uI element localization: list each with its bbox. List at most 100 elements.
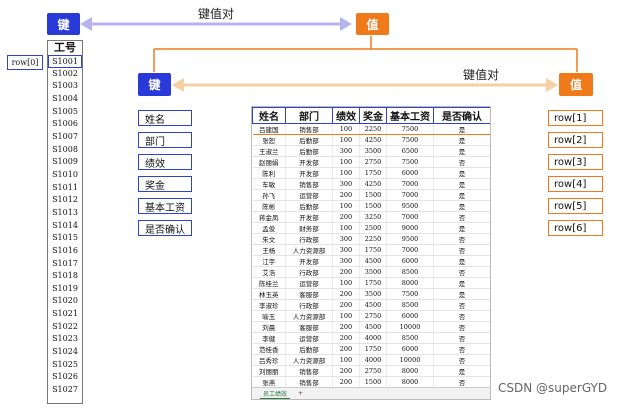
table-cell: 2750 [359, 365, 387, 377]
table-cell: 否 [433, 266, 490, 278]
id-cell: S1003 [52, 81, 78, 91]
row-label: row[5] [548, 198, 603, 214]
id-cell: S1004 [52, 93, 78, 103]
table-cell: 4250 [359, 134, 387, 146]
table-cell: 销售部 [285, 376, 333, 388]
table-cell: 7000 [386, 211, 434, 223]
id-cell: S1022 [52, 321, 78, 331]
table-cell: 8500 [386, 266, 434, 278]
id-cell: S1007 [52, 131, 78, 141]
table-cell: 运营部 [285, 277, 333, 289]
table-cell: 7000 [386, 244, 434, 256]
table-cell: 10000 [386, 354, 434, 366]
table-cell: 车敏 [252, 178, 286, 190]
table-cell: 8500 [386, 299, 434, 311]
table-cell: 行政部 [285, 266, 333, 278]
id-cell: S1019 [52, 283, 78, 293]
table-cell: 否 [433, 244, 490, 256]
table-cell: 300 [332, 145, 360, 157]
row-label: row[4] [548, 176, 603, 192]
field-label: 基本工资 [138, 198, 192, 214]
table-cell: 王淑兰 [252, 145, 286, 157]
table-row: 李健 运营部 200 4000 8500 否 [252, 332, 490, 344]
orange-bracket-line [153, 36, 578, 72]
table-cell: 赵丽娟 [252, 156, 286, 168]
table-header: 绩效 [332, 107, 360, 124]
table-cell: 1500 [359, 189, 387, 201]
table-cell: 是 [433, 277, 490, 289]
table-cell: 2250 [359, 233, 387, 245]
table-row: 陈彬 后勤部 100 1500 9500 是 [252, 200, 490, 212]
table-cell: 4500 [359, 321, 387, 333]
table-cell: 是 [433, 167, 490, 179]
sheet-tab[interactable]: 员工绩效 [260, 389, 291, 399]
row-list: row[1] row[2] row[3] row[4] row[5] row[6… [548, 110, 603, 242]
table-cell: 300 [332, 244, 360, 256]
table-row: 孟俊 财务部 100 2500 9000 是 [252, 222, 490, 234]
id-cell: S1012 [52, 195, 78, 205]
table-cell: 1750 [359, 277, 387, 289]
table-cell: 9500 [386, 200, 434, 212]
table-cell: 7500 [386, 156, 434, 168]
table-cell: 4000 [359, 332, 387, 344]
table-cell: 否 [433, 376, 490, 388]
field-label: 姓名 [138, 110, 192, 126]
table-row: 朱文 行政部 300 2250 9500 否 [252, 233, 490, 245]
table-cell: 后勤部 [285, 145, 333, 157]
table-cell: 9000 [386, 222, 434, 234]
id-cell: S1020 [52, 296, 78, 306]
table-cell: 6500 [386, 145, 434, 157]
row-label: row[2] [548, 132, 603, 148]
field-list: 姓名 部门 绩效 奖金 基本工资 是否确认 [138, 110, 192, 242]
row0-label: row[0] [7, 55, 43, 70]
id-cell: S1005 [52, 106, 78, 116]
table-cell: 8000 [386, 376, 434, 388]
table-cell: 100 [332, 222, 360, 234]
id-cell: S1027 [52, 385, 78, 395]
table-cell: 孟俊 [252, 222, 286, 234]
table-cell: 开发部 [285, 167, 333, 179]
table-cell: 是 [433, 222, 490, 234]
table-row: 刘晨 客服部 200 4500 10000 否 [252, 321, 490, 333]
table-row: 刘丽丽 销售部 200 2750 8000 是 [252, 365, 490, 377]
table-cell: 3500 [359, 266, 387, 278]
table-cell: 是 [433, 189, 490, 201]
id-list: S1001 S1002 S1003 S1004 S1005 S1006 S1007 S1008… [48, 55, 82, 397]
table-cell: 200 [332, 299, 360, 311]
table-header: 奖金 [359, 107, 387, 124]
table-cell: 是 [433, 200, 490, 212]
table-cell: 陈彬 [252, 200, 286, 212]
table-cell: 李健 [252, 332, 286, 344]
table-cell: 7500 [386, 134, 434, 146]
table-cell: 是 [433, 365, 490, 377]
id-cell: S1001 [48, 55, 82, 68]
table-cell: 200 [332, 288, 360, 300]
table-cell: 1750 [359, 343, 387, 355]
field-label: 是否确认 [138, 220, 192, 236]
table-row: 陈桂兰 运营部 100 1750 8000 是 [252, 277, 490, 289]
table-cell: 艾浩 [252, 266, 286, 278]
table-row: 王淑兰 后勤部 300 3500 6500 是 [252, 145, 490, 157]
table-cell: 行政部 [285, 299, 333, 311]
table-cell: 7000 [386, 189, 434, 201]
table-row: 张恕 后勤部 100 4250 7500 是 [252, 134, 490, 146]
table-row: 蒋金凤 开发部 200 3250 7000 否 [252, 211, 490, 223]
table-cell: 2250 [359, 123, 387, 135]
spreadsheet: 姓名 部门 绩效 奖金 基本工资 是否确认 吕建国 销售部 100 2250 7500 是… [251, 106, 491, 400]
table-cell: 300 [332, 178, 360, 190]
table-cell: 人力资源部 [285, 354, 333, 366]
table-cell: 林玉英 [252, 288, 286, 300]
table-cell: 朱文 [252, 233, 286, 245]
table-cell: 刘丽丽 [252, 365, 286, 377]
table-cell: 蒋金凤 [252, 211, 286, 223]
table-header: 姓名 [252, 107, 286, 124]
id-cell: S1008 [52, 144, 78, 154]
table-cell: 否 [433, 321, 490, 333]
table-row: 孙飞 运营部 200 1500 7000 是 [252, 189, 490, 201]
table-cell: 6000 [386, 310, 434, 322]
table-cell: 100 [332, 310, 360, 322]
table-cell: 100 [332, 134, 360, 146]
table-cell: 7500 [386, 123, 434, 135]
add-sheet-button[interactable]: + [298, 390, 303, 397]
table-cell: 张燕 [252, 376, 286, 388]
